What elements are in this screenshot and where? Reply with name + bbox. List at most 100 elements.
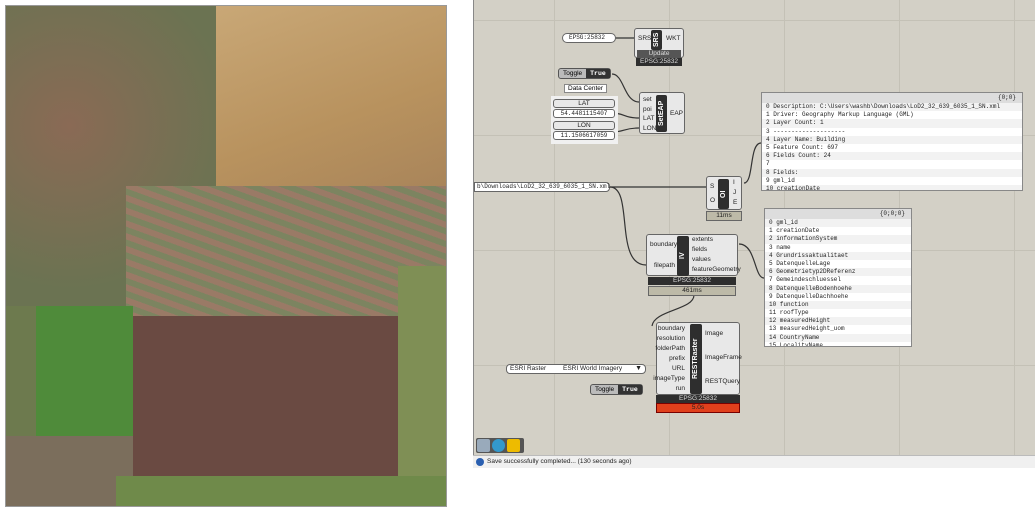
srs-component[interactable]: SRS SRS WKT Update <box>634 28 684 58</box>
toggle-value[interactable]: True <box>586 69 610 78</box>
restraster-timing: 5.0s <box>656 403 740 413</box>
grid-icon[interactable] <box>477 439 490 452</box>
restraster-core: RESTRaster <box>690 324 702 394</box>
info-panel-path: {0;0} <box>762 93 1022 103</box>
grasshopper-canvas[interactable]: EPSG:25832 SRS SRS WKT Update EPSG:25832… <box>473 0 1035 455</box>
lon-label: LON <box>553 121 615 130</box>
poi-pin[interactable]: poi <box>643 106 652 113</box>
set-pin[interactable]: set <box>643 96 652 103</box>
panel-row: 2 Layer Count: 1 <box>762 119 1022 128</box>
toggle-value[interactable]: True <box>618 385 642 394</box>
boundary-pin[interactable]: boundary <box>658 325 685 332</box>
lon-pin[interactable]: LON <box>643 125 656 132</box>
canvas-widgets <box>476 438 524 453</box>
panel-row: 3 -------------------- <box>766 127 846 135</box>
data-center-group: LAT 54.4481115407 LON 11.1506617059 <box>551 96 618 144</box>
eap-out-pin[interactable]: EAP <box>670 110 683 117</box>
dropdown-arrow-icon[interactable]: ▼ <box>635 365 642 373</box>
j-pin[interactable]: J <box>733 189 736 196</box>
lon-input[interactable]: 11.1506617059 <box>553 131 615 140</box>
plowed-field <box>133 316 398 486</box>
lat-input[interactable]: 54.4481115407 <box>553 109 615 118</box>
s-pin[interactable]: S <box>710 183 714 190</box>
raster-selected-value[interactable]: ESRI World Imagery <box>563 365 622 373</box>
data-center-tooltip: Data Center <box>564 84 608 93</box>
status-message: Save successfully completed... (130 seco… <box>487 458 632 465</box>
iv-footer: EPSG:25832 <box>648 277 736 285</box>
rss-icon[interactable] <box>507 439 520 452</box>
imageframe-pin[interactable]: ImageFrame <box>705 354 742 361</box>
update-button[interactable]: Update <box>637 50 681 58</box>
iv-core: IV <box>677 236 689 276</box>
panel-row: 9 gml_id <box>766 176 795 184</box>
iv-component[interactable]: boundary filepath IV extents fields valu… <box>646 234 741 276</box>
srs-footer: EPSG:25832 <box>636 58 682 66</box>
prefix-pin[interactable]: prefix <box>669 355 685 362</box>
fields-pin[interactable]: fields <box>692 246 707 253</box>
panel-row: 7 Gemeindeschluessel <box>769 276 842 284</box>
fields-panel[interactable]: {0;0;0} 0 gml_id 1 creationDate 2 informat… <box>764 208 912 347</box>
o-pin[interactable]: O <box>710 197 715 204</box>
boundary-pin[interactable]: boundary <box>650 241 677 248</box>
seteap-component[interactable]: set poi LAT LON SetEAP EAP <box>639 92 685 134</box>
imagetype-pin[interactable]: imageType <box>653 375 685 382</box>
restraster-footer: EPSG:25832 <box>656 395 740 403</box>
wheat-field <box>206 6 446 191</box>
panel-row: 3 name <box>769 243 791 251</box>
restraster-component[interactable]: boundary resolution folderPath prefix URL ima… <box>653 322 742 395</box>
raster-list-label: ESRI Raster <box>510 365 547 372</box>
panel-row: 7 <box>766 160 770 168</box>
toggle-label: Toggle <box>595 386 615 393</box>
panel-row: 6 Fields Count: 24 <box>762 152 1022 161</box>
panel-row: 5 DatenquelleLage <box>769 259 831 267</box>
panel-row: 15 LocalityName <box>769 341 824 347</box>
panel-row: 0 Description: C:\Users\washb\Downloads\… <box>762 103 1022 112</box>
panel-row: 8 DatenquelleBodenhoehe <box>765 284 911 293</box>
panel-row: 0 gml_id <box>765 219 911 228</box>
seteap-core: SetEAP <box>656 95 667 132</box>
panel-row: 1 creationDate <box>769 227 820 235</box>
globe-icon[interactable] <box>492 439 505 452</box>
folderpath-pin[interactable]: folderPath <box>655 345 685 352</box>
featuregeometry-pin[interactable]: featureGeometry <box>692 266 741 273</box>
panel-row: 4 Grundrissaktualitaet <box>765 251 911 260</box>
oi-component[interactable]: S O OI I J E <box>706 176 742 210</box>
panel-row: 9 DatenquelleDachhoehe <box>769 292 849 300</box>
run-pin[interactable]: run <box>676 385 685 392</box>
south-field <box>116 476 446 506</box>
toggle-label: Toggle <box>563 70 583 77</box>
oi-timing: 11ms <box>706 211 742 221</box>
extents-pin[interactable]: extents <box>692 236 713 243</box>
lat-pin[interactable]: LAT <box>643 115 654 122</box>
i-pin[interactable]: I <box>733 179 735 186</box>
panel-row: 10 creationDate <box>762 184 1022 190</box>
aerial-imagery <box>5 5 447 507</box>
panel-row: 2 informationSystem <box>765 235 911 244</box>
srs-in-pin[interactable]: SRS <box>638 35 651 42</box>
e-pin[interactable]: E <box>733 199 737 206</box>
oi-core: OI <box>718 179 729 209</box>
info-icon <box>476 458 484 466</box>
info-panel[interactable]: {0;0} 0 Description: C:\Users\washb\Down… <box>761 92 1023 191</box>
filepath-input[interactable]: b\Downloads\LoD2_32_639_6035_1_SN.xml <box>474 182 610 192</box>
restquery-pin[interactable]: RESTQuery <box>705 378 740 385</box>
toggle-2[interactable]: Toggle True <box>590 384 643 395</box>
toggle-1[interactable]: Toggle True <box>558 68 611 79</box>
grass-field <box>398 266 446 506</box>
url-pin[interactable]: URL <box>672 365 685 372</box>
image-pin[interactable]: Image <box>705 330 723 337</box>
values-pin[interactable]: values <box>692 256 711 263</box>
lat-label: LAT <box>553 99 615 108</box>
panel-row: 1 Driver: Geography Markup Language (GML… <box>766 111 914 119</box>
srs-input[interactable]: EPSG:25832 <box>562 33 616 43</box>
green-field <box>36 306 133 436</box>
filepath-pin[interactable]: filepath <box>654 262 675 269</box>
panel-row: 11 roofType <box>769 309 809 317</box>
panel-row: 14 CountryName <box>765 333 911 342</box>
srs-core: SRS <box>651 30 662 50</box>
panel-row: 10 function <box>765 300 911 310</box>
raster-value-list[interactable]: ESRI Raster ESRI World Imagery ▼ <box>506 364 646 374</box>
panel-row: 4 Layer Name: Building <box>762 135 1022 144</box>
wkt-out-pin[interactable]: WKT <box>666 35 680 42</box>
resolution-pin[interactable]: resolution <box>657 335 685 342</box>
